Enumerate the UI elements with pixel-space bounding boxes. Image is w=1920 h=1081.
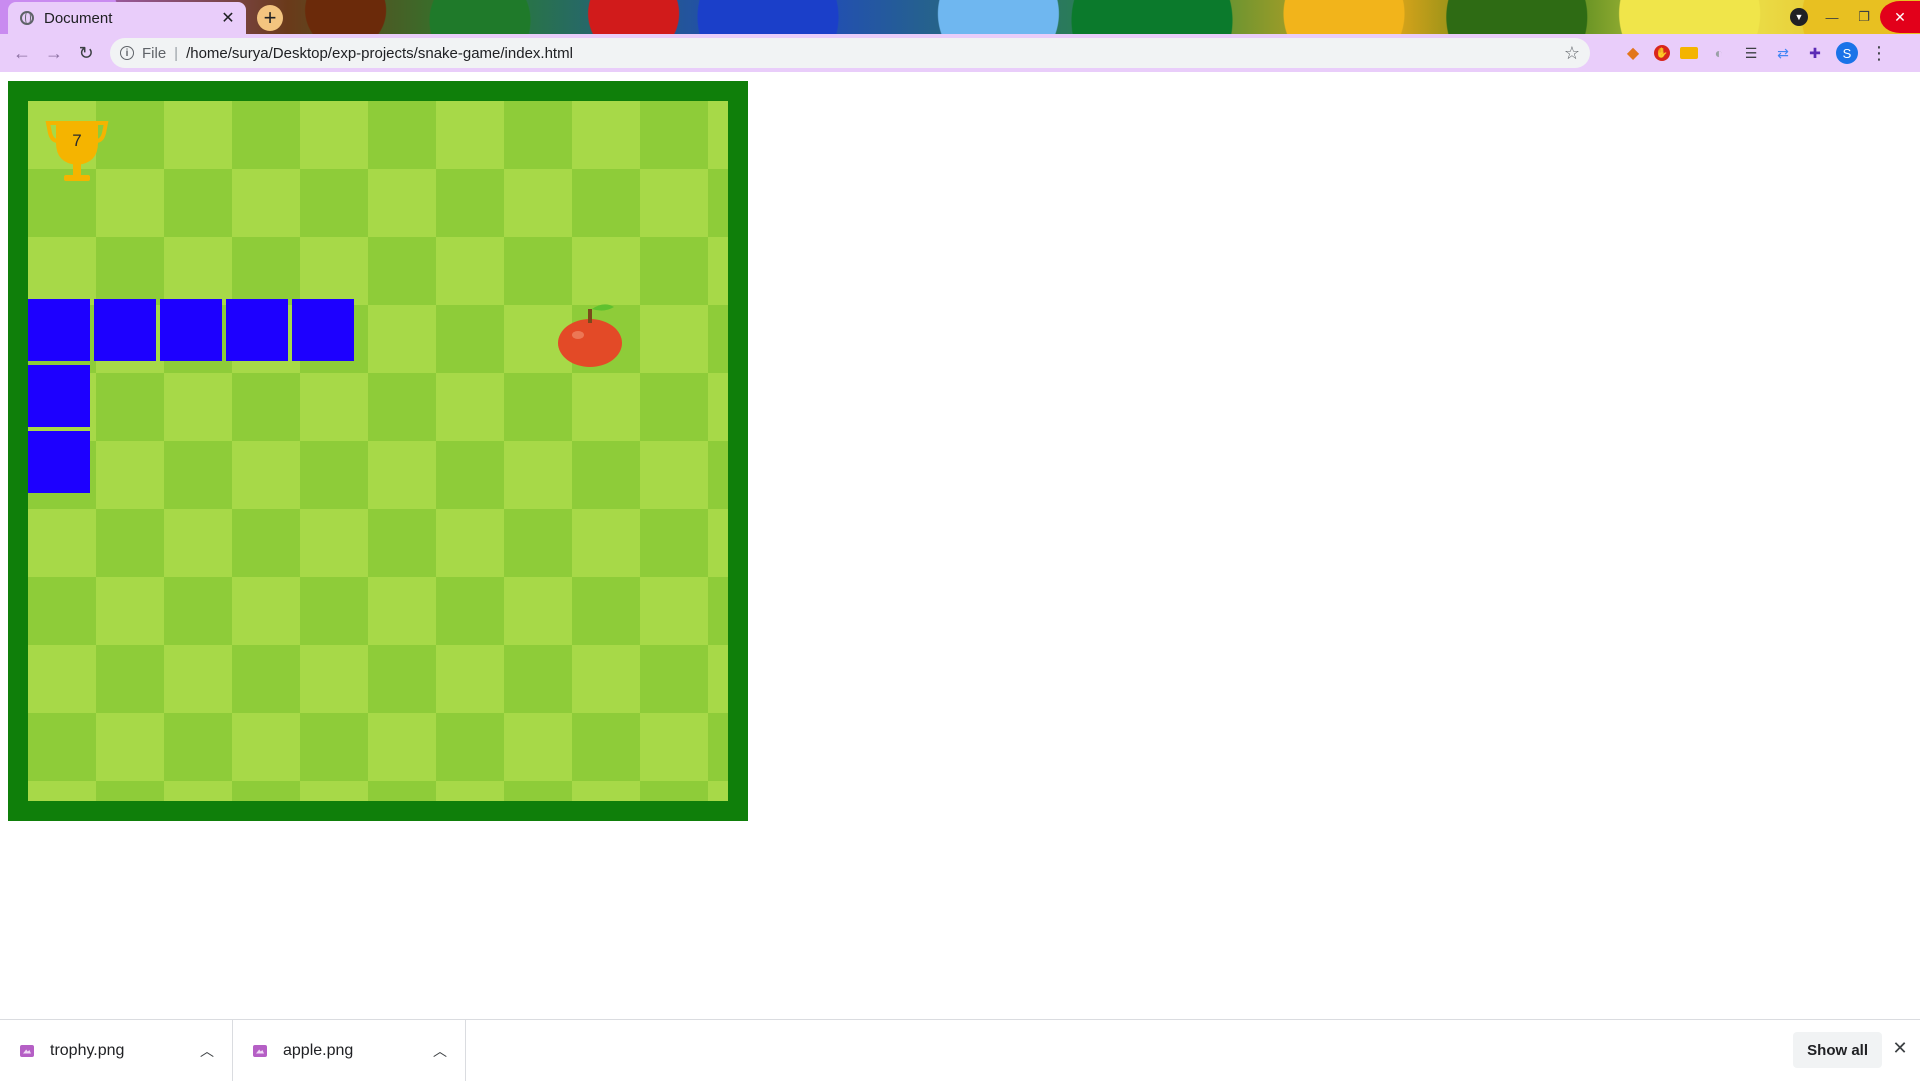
- new-tab-button[interactable]: +: [257, 5, 283, 31]
- snake-segment: [226, 299, 288, 361]
- snake-segment: [292, 299, 354, 361]
- window-controls: ▼ — ❐ ✕: [1790, 0, 1920, 34]
- show-all-button[interactable]: Show all: [1793, 1032, 1882, 1068]
- url-scheme: File: [142, 44, 167, 62]
- url-separator: |: [174, 44, 179, 62]
- url-text[interactable]: /home/surya/Desktop/exp-projects/snake-g…: [186, 45, 1564, 62]
- restore-icon[interactable]: ❐: [1848, 1, 1880, 33]
- chevron-up-icon[interactable]: ︿: [433, 1041, 447, 1061]
- apple-icon: [558, 304, 622, 367]
- browser-toolbar: ← → ↻ i File | /home/surya/Desktop/exp-p…: [0, 34, 1920, 72]
- extensions-bar: ◆ ✋ ◐ ☰ ⇄ ✚ S ⋮: [1622, 38, 1890, 68]
- download-shelf: trophy.png ︿ apple.png ︿ Show all ✕: [0, 1019, 1920, 1081]
- download-filename[interactable]: trophy.png: [50, 1042, 200, 1060]
- tab-strip: Document ✕ + ▼ — ❐ ✕: [0, 0, 1920, 34]
- minimize-icon[interactable]: —: [1816, 1, 1848, 33]
- score-value: 7: [72, 131, 82, 150]
- tab-document[interactable]: Document ✕: [8, 2, 246, 34]
- image-file-icon: [253, 1044, 267, 1057]
- trophy-icon: [45, 121, 109, 181]
- back-arrow-icon[interactable]: ←: [6, 37, 38, 69]
- snake-segment: [28, 365, 90, 427]
- game-board-border: 7: [8, 81, 748, 821]
- metamask-fox-icon[interactable]: ◆: [1622, 42, 1644, 64]
- forward-arrow-icon[interactable]: →: [38, 37, 70, 69]
- tab-close-button[interactable]: ✕: [218, 8, 238, 28]
- extensions-puzzle-icon[interactable]: ✚: [1804, 42, 1826, 64]
- close-shelf-icon[interactable]: ✕: [1888, 1036, 1912, 1060]
- profile-avatar[interactable]: S: [1836, 42, 1858, 64]
- download-item[interactable]: trophy.png ︿: [0, 1020, 233, 1081]
- translate-icon[interactable]: ⇄: [1772, 42, 1794, 64]
- reload-icon[interactable]: ↻: [70, 37, 102, 69]
- reading-list-icon[interactable]: ☰: [1740, 42, 1762, 64]
- snake-segment: [28, 299, 90, 361]
- snake-segment: [94, 299, 156, 361]
- image-file-icon: [20, 1044, 34, 1057]
- bookmark-star-icon[interactable]: ☆: [1564, 43, 1580, 64]
- dark-mode-icon[interactable]: ◐: [1708, 42, 1730, 64]
- snake-segment: [160, 299, 222, 361]
- chevron-up-icon[interactable]: ︿: [200, 1041, 214, 1061]
- game-board[interactable]: 7: [28, 101, 728, 801]
- window-close-icon[interactable]: ✕: [1880, 1, 1920, 33]
- download-item[interactable]: apple.png ︿: [233, 1020, 466, 1081]
- globe-icon: [20, 11, 34, 25]
- kebab-menu-icon[interactable]: ⋮: [1868, 42, 1890, 64]
- adblock-stop-icon[interactable]: ✋: [1654, 45, 1670, 61]
- tab-title: Document: [44, 9, 113, 27]
- tab-search-icon[interactable]: ▼: [1790, 8, 1808, 26]
- address-bar[interactable]: i File | /home/surya/Desktop/exp-project…: [110, 38, 1590, 68]
- info-icon[interactable]: i: [120, 46, 134, 60]
- snake-segment: [28, 431, 90, 493]
- mail-extension-icon[interactable]: [1680, 47, 1698, 59]
- download-filename[interactable]: apple.png: [283, 1042, 433, 1060]
